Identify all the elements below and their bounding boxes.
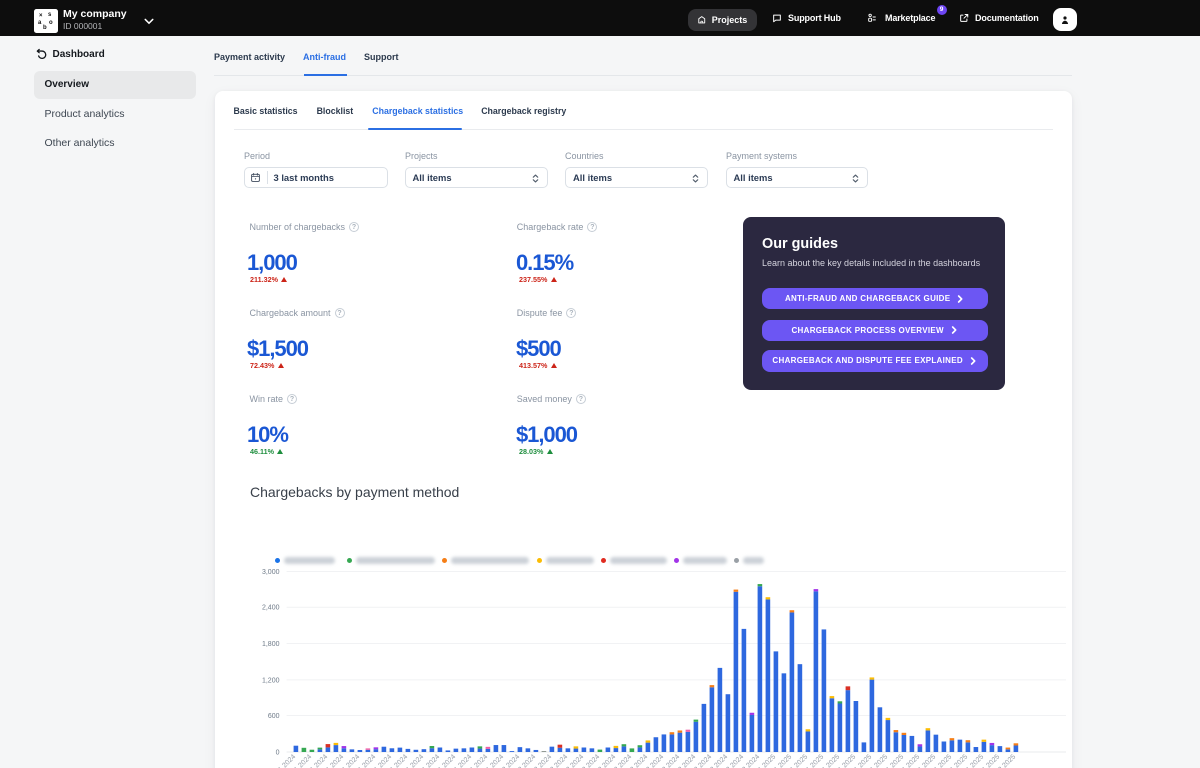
svg-text:600: 600 xyxy=(268,713,280,720)
svg-text:1,200: 1,200 xyxy=(262,677,280,684)
svg-text:03.11.2024: 03.11.2024 xyxy=(268,753,297,768)
svg-text:1,800: 1,800 xyxy=(262,641,280,648)
svg-text:0: 0 xyxy=(276,749,280,756)
svg-text:2,400: 2,400 xyxy=(262,605,280,612)
svg-text:3,000: 3,000 xyxy=(262,569,280,576)
